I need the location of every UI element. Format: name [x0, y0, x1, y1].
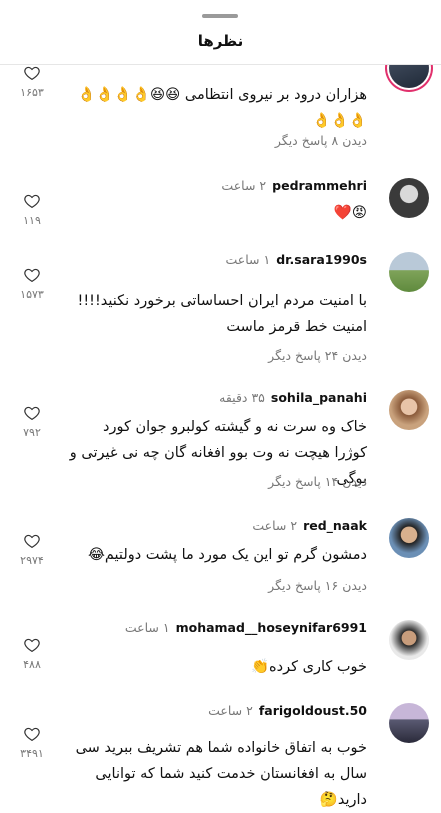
comment-time: ۳۵ دقیقه [219, 390, 265, 405]
like-control: ۳۴۹۱ [20, 725, 44, 760]
comment-item: pedrammehri ۲ ساعت 😡❤️ ۱۱۹ [0, 170, 441, 240]
comment-text: با امنیت مردم ایران احساساتی برخورد نکنی… [77, 293, 367, 335]
like-control: ۱۱۹ [20, 192, 44, 227]
like-count: ۳۴۹۱ [20, 747, 44, 760]
heart-icon[interactable] [22, 636, 42, 654]
like-count: ۷۹۲ [23, 426, 41, 439]
username[interactable]: dr.sara1990s [276, 252, 367, 267]
comment-header: pedrammehri ۲ ساعت [221, 178, 367, 193]
sheet-header: نظرها [0, 0, 441, 65]
like-control: ۱۵۷۳ [20, 266, 44, 301]
view-replies-link[interactable]: دیدن ۲۴ پاسخ دیگر [268, 348, 367, 363]
avatar[interactable] [389, 390, 429, 430]
comment-time: ۲ ساعت [252, 518, 298, 533]
comment-header: red_naak ۲ ساعت [252, 518, 367, 533]
comment-text: خوب به اتفاق خانواده شما هم تشریف ببرید … [75, 740, 367, 808]
username[interactable]: red_naak [303, 518, 367, 533]
username[interactable]: sohila_panahi [271, 390, 367, 405]
comment-header: mohamad__hoseynifar6991 ۱ ساعت [125, 620, 367, 635]
comment-time: ۲ ساعت [208, 703, 253, 718]
drag-handle[interactable] [202, 14, 238, 18]
heart-icon[interactable] [22, 64, 42, 82]
comment-time: ۲ ساعت [221, 178, 267, 193]
heart-icon[interactable] [22, 532, 42, 550]
page-title: نظرها [197, 32, 244, 50]
avatar[interactable] [389, 178, 429, 218]
comment-text: 😡❤️ [333, 205, 367, 221]
heart-icon[interactable] [22, 192, 42, 210]
comment-header: dr.sara1990s ۱ ساعت [225, 252, 367, 267]
view-replies-link[interactable]: دیدن ۸ پاسخ دیگر [275, 133, 367, 148]
comment-item: red_naak ۲ ساعت دمشون گرم تو این یک مورد … [0, 510, 441, 600]
like-control: ۴۸۸ [20, 636, 44, 671]
view-replies-link[interactable]: دیدن ۱۶ پاسخ دیگر [268, 578, 367, 593]
username[interactable]: farigoldoust.50 [259, 703, 367, 718]
avatar[interactable] [389, 252, 429, 292]
avatar[interactable] [389, 518, 429, 558]
like-count: ۲۹۷۴ [20, 554, 44, 567]
like-count: ۱۶۵۳ [20, 86, 44, 99]
like-control: ۷۹۲ [20, 404, 44, 439]
like-control: ۲۹۷۴ [20, 532, 44, 567]
username[interactable]: mohamad__hoseynifar6991 [176, 620, 367, 635]
comment-item: dr.sara1990s ۱ ساعت با امنیت مردم ایران ا… [0, 244, 441, 374]
comment-text: هزاران درود بر نیروی انتظامی 😆😆👌👌👌👌👌👌👌 [77, 87, 367, 129]
comment-time: ۱ ساعت [124, 620, 170, 635]
comment-header: farigoldoust.50 ۲ ساعت [208, 703, 367, 718]
avatar[interactable] [389, 620, 429, 660]
comment-item: farigoldoust.50 ۲ ساعت خوب به اتفاق خانوا… [0, 695, 441, 808]
comment-time: ۱ ساعت [225, 252, 271, 267]
heart-icon[interactable] [22, 725, 42, 743]
like-count: ۱۱۹ [23, 214, 41, 227]
username[interactable]: pedrammehri [272, 178, 367, 193]
like-count: ۴۸۸ [23, 658, 41, 671]
view-replies-link[interactable]: دیدن ۱۴ پاسخ دیگر [268, 474, 367, 489]
heart-icon[interactable] [22, 266, 42, 284]
like-count: ۱۵۷۳ [20, 288, 44, 301]
avatar[interactable] [389, 703, 429, 743]
comment-item: sohila_panahi۳۵ دقیقه خاک وه سرت نه و گی… [0, 382, 441, 500]
comment-text: خوب کاری کرده👏 [250, 659, 367, 675]
like-control: ۱۶۵۳ [20, 64, 44, 99]
comment-header: sohila_panahi ۳۵ دقیقه [219, 390, 367, 405]
comment-text: دمشون گرم تو این یک مورد ما پشت دولتیم😂 [87, 547, 367, 563]
heart-icon[interactable] [22, 404, 42, 422]
comment-item: mohamad__hoseynifar6991 ۱ ساعت خوب کاری ک… [0, 612, 441, 692]
